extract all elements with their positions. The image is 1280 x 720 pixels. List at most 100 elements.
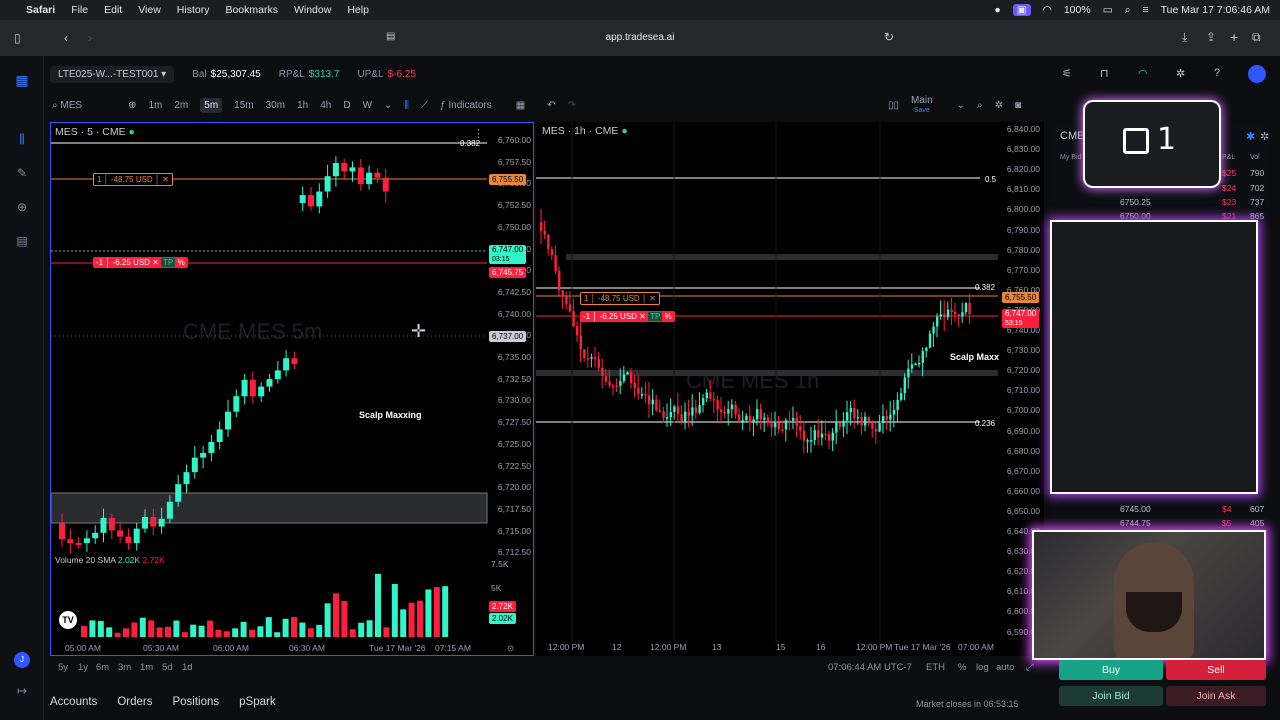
tf-5m[interactable]: 5m <box>200 98 222 113</box>
menu-bookmarks[interactable]: Bookmarks <box>225 4 278 16</box>
join-ask-button[interactable]: Join Ask <box>1166 686 1266 706</box>
redo-icon[interactable]: ↷ <box>568 100 576 111</box>
tp-order-tag-1h[interactable]: -1 │ -6.25 USD ✕ TP % <box>580 311 675 322</box>
chart-pane-5m[interactable]: MES · 5 · CME ● CME MES 5m ⋮ 1 │ -48.75 … <box>50 122 534 656</box>
x-axis[interactable]: 05:00 AM 05:30 AM 06:00 AM 06:30 AM Tue … <box>51 643 535 655</box>
wifi-icon[interactable]: ◠ <box>1043 4 1052 16</box>
tp-order-tag[interactable]: -1 │ -6.25 USD ✕ TP % <box>93 257 188 268</box>
app-grid-icon[interactable]: ▦ <box>14 72 30 88</box>
utc-clock[interactable]: 07:06:44 AM UTC-7 <box>828 662 912 673</box>
volume-y-axis: 7.5K 5K <box>491 559 509 593</box>
gear-icon[interactable]: ✲ <box>1176 67 1185 80</box>
sidebar-toggle-icon[interactable]: ▯ <box>14 31 21 45</box>
share-icon[interactable]: ⇪ <box>1206 30 1216 44</box>
text-annotation-1h[interactable]: Scalp Maxx <box>950 352 999 362</box>
dom-link-icon[interactable]: ✱ <box>1246 130 1255 143</box>
record-icon[interactable]: ● <box>994 4 1000 16</box>
tf-2m[interactable]: 2m <box>174 100 188 111</box>
search-icon[interactable]: ⌕ <box>1125 4 1131 17</box>
tf-w[interactable]: W <box>363 100 372 111</box>
tf-dropdown-icon[interactable]: ⌄ <box>384 100 392 111</box>
journal-icon[interactable]: ▤ <box>14 234 30 250</box>
text-annotation[interactable]: Scalp Maxxing <box>359 410 422 420</box>
log-toggle[interactable]: log <box>976 662 989 673</box>
target-icon[interactable]: ⊕ <box>14 200 30 216</box>
settings-sliders-icon[interactable]: ⚟ <box>1062 67 1072 80</box>
menu-history[interactable]: History <box>177 4 210 16</box>
user-avatar[interactable]: J <box>14 652 30 668</box>
profile-avatar[interactable] <box>1248 65 1266 83</box>
buy-button[interactable]: Buy <box>1059 660 1163 680</box>
reload-icon[interactable]: ↻ <box>884 30 894 44</box>
tf-1h[interactable]: 1h <box>297 100 308 111</box>
tf-1m[interactable]: 1m <box>148 100 162 111</box>
tab-orders[interactable]: Orders <box>117 696 152 708</box>
zoom-icon[interactable]: ⌕ <box>977 100 983 111</box>
chart-settings-icon[interactable]: ✲ <box>995 100 1003 111</box>
control-center-icon[interactable]: ≡ <box>1143 4 1149 16</box>
tf-30m[interactable]: 30m <box>266 100 285 111</box>
menu-file[interactable]: File <box>71 4 88 16</box>
range-1m[interactable]: 1m <box>140 662 153 673</box>
price-chart-1h[interactable] <box>536 122 1044 656</box>
range-5y[interactable]: 5y <box>58 662 68 673</box>
menu-app-name[interactable]: Safari <box>26 4 55 16</box>
range-6m[interactable]: 6m <box>96 662 109 673</box>
address-bar[interactable]: app.tradesea.ai <box>380 28 900 48</box>
join-bid-button[interactable]: Join Bid <box>1059 686 1163 706</box>
position-order-tag[interactable]: 1 │ -48.75 USD │ ✕ <box>93 173 173 186</box>
battery-icon[interactable]: ▭ <box>1103 4 1113 16</box>
fullscreen-icon[interactable]: ⤢ <box>1026 662 1034 673</box>
tf-d[interactable]: D <box>343 100 350 111</box>
layout-selector[interactable]: Main Save <box>911 96 945 115</box>
range-1d[interactable]: 1d <box>182 662 193 673</box>
templates-icon[interactable]: ▦ <box>516 100 525 111</box>
x-axis-1h[interactable]: 12:00 PM 12 12:00 PM 13 15 16 12:00 PM T… <box>536 642 1044 654</box>
menu-window[interactable]: Window <box>294 4 331 16</box>
chart-icon[interactable]: ⫼ <box>14 132 30 148</box>
percent-toggle[interactable]: % <box>958 662 966 673</box>
menubar-clock[interactable]: Tue Mar 17 7:06:46 AM <box>1161 4 1270 16</box>
menu-help[interactable]: Help <box>347 4 369 16</box>
candle <box>634 383 636 388</box>
lock-icon[interactable]: ⊓ <box>1100 67 1109 80</box>
back-icon[interactable]: ‹ <box>64 31 68 45</box>
sell-button[interactable]: Sell <box>1166 660 1266 680</box>
chart-pane-1h[interactable]: MES · 1h · CME ● CME MES 1h 1 │ -48.75 U… <box>536 122 1044 656</box>
new-tab-icon[interactable]: + <box>1230 29 1238 45</box>
tab-positions[interactable]: Positions <box>172 696 219 708</box>
download-icon[interactable]: ⤓ <box>1182 30 1187 45</box>
position-order-tag-1h[interactable]: 1 │ -48.75 USD │ ✕ <box>580 292 660 305</box>
price-chart-5m[interactable] <box>51 123 535 657</box>
goto-live-icon[interactable]: ⊙ <box>507 643 514 654</box>
undo-icon[interactable]: ↶ <box>547 100 555 111</box>
session-toggle[interactable]: ETH <box>926 662 945 673</box>
account-selector[interactable]: LTE025-W...-TEST001 ▾ <box>50 66 174 83</box>
tab-pspark[interactable]: pSpark <box>239 696 275 708</box>
logout-icon[interactable]: ↦ <box>14 684 30 700</box>
tf-15m[interactable]: 15m <box>234 100 253 111</box>
help-icon[interactable]: ? <box>1214 67 1220 79</box>
tf-4h[interactable]: 4h <box>320 100 331 111</box>
indicators-button[interactable]: ƒ Indicators <box>440 100 504 111</box>
auto-toggle[interactable]: auto <box>996 662 1015 673</box>
range-3m[interactable]: 3m <box>118 662 131 673</box>
volume-bar <box>299 623 305 637</box>
draw-icon[interactable]: ✎ <box>14 166 30 182</box>
range-1y[interactable]: 1y <box>78 662 88 673</box>
dom-settings-icon[interactable]: ✲ <box>1260 130 1269 143</box>
forward-icon[interactable]: › <box>88 31 92 45</box>
symbol-search[interactable]: ⌕ MES <box>52 100 94 111</box>
range-5d[interactable]: 5d <box>162 662 173 673</box>
menu-view[interactable]: View <box>138 4 161 16</box>
candle-type-icon[interactable]: ⫼ <box>404 100 409 111</box>
tab-overview-icon[interactable]: ⧉ <box>1252 30 1261 45</box>
screen-share-icon[interactable]: ▣ <box>1013 4 1031 16</box>
layout-icon[interactable]: ▯▯ <box>888 100 899 111</box>
tab-accounts[interactable]: Accounts <box>50 696 97 708</box>
line-tool-icon[interactable]: ⟋ <box>421 100 428 111</box>
layout-dropdown-icon[interactable]: ⌄ <box>957 100 965 111</box>
menu-edit[interactable]: Edit <box>104 4 122 16</box>
camera-icon[interactable]: ◙ <box>1015 100 1021 111</box>
add-symbol-icon[interactable]: ⊕ <box>128 100 136 111</box>
